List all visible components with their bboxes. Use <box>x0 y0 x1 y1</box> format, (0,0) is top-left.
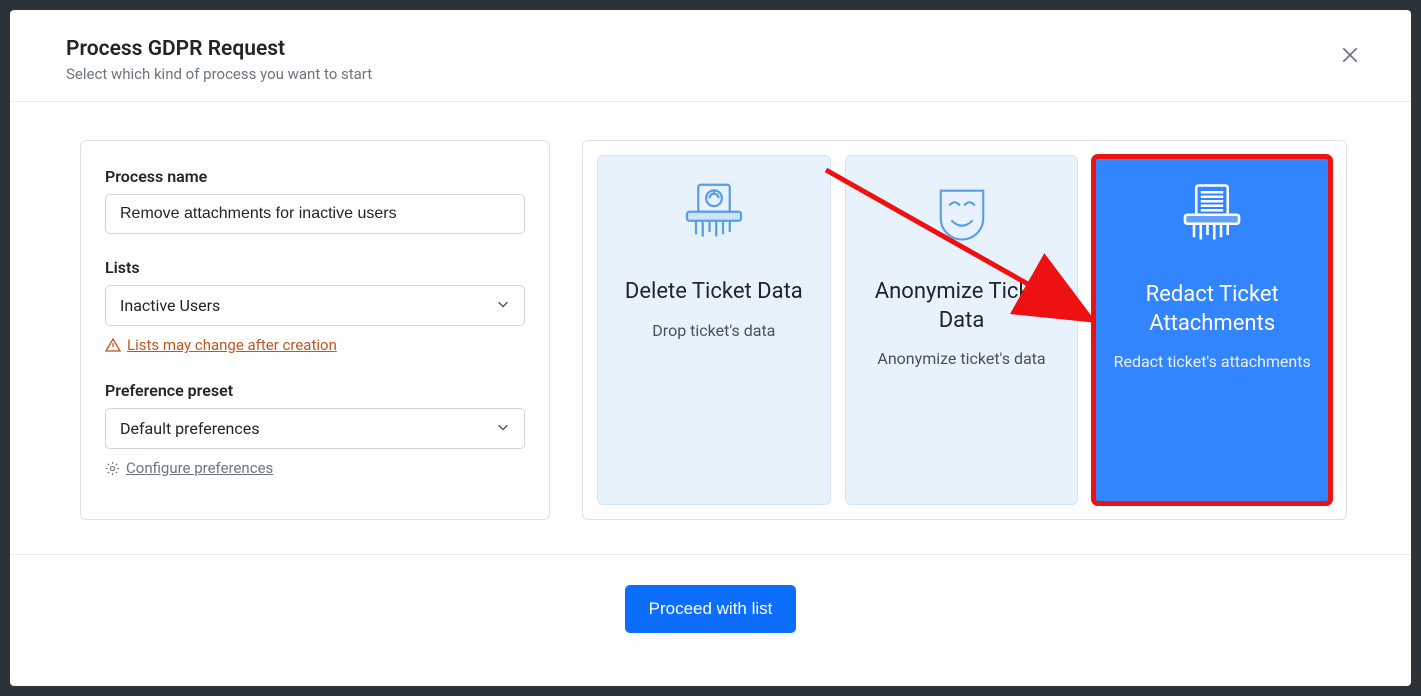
proceed-button[interactable]: Proceed with list <box>625 585 797 633</box>
process-name-section: Process name <box>105 167 525 234</box>
card-desc: Drop ticket's data <box>652 321 775 340</box>
card-title: Anonymize Ticket Data <box>856 278 1068 335</box>
modal-body: Process name Lists Inactive Users Lists … <box>10 102 1411 520</box>
anon-mask-icon <box>928 178 996 250</box>
card-redact-attachments[interactable]: Redact Ticket Attachments Redact ticket'… <box>1092 155 1332 505</box>
card-desc: Redact ticket's attachments <box>1114 352 1311 371</box>
process-name-input[interactable] <box>105 194 525 234</box>
gdpr-modal: Process GDPR Request Select which kind o… <box>10 10 1411 686</box>
lists-select[interactable]: Inactive Users <box>105 285 525 326</box>
warning-icon <box>105 337 121 353</box>
configure-preferences-link[interactable]: Configure preferences <box>105 459 273 477</box>
card-anonymize-ticket-data[interactable]: Anonymize Ticket Data Anonymize ticket's… <box>845 155 1079 505</box>
chevron-down-icon <box>496 296 510 315</box>
shredder-doc-icon <box>1176 181 1248 253</box>
card-title: Redact Ticket Attachments <box>1106 281 1318 338</box>
modal-header: Process GDPR Request Select which kind o… <box>10 10 1411 102</box>
card-delete-ticket-data[interactable]: Delete Ticket Data Drop ticket's data <box>597 155 831 505</box>
lists-warning-text: Lists may change after creation <box>127 336 337 354</box>
card-desc: Anonymize ticket's data <box>877 349 1045 368</box>
lists-label: Lists <box>105 258 525 277</box>
lists-warning-link[interactable]: Lists may change after creation <box>105 336 337 354</box>
modal-subtitle: Select which kind of process you want to… <box>66 65 1355 83</box>
preset-label: Preference preset <box>105 381 525 400</box>
card-title: Delete Ticket Data <box>619 278 809 307</box>
preset-section: Preference preset Default preferences Co… <box>105 381 525 480</box>
modal-footer: Proceed with list <box>10 554 1411 663</box>
preset-value: Default preferences <box>120 419 259 438</box>
cards-panel: Delete Ticket Data Drop ticket's data An… <box>582 140 1347 520</box>
shredder-head-icon <box>678 178 750 250</box>
lists-section: Lists Inactive Users Lists may change af… <box>105 258 525 357</box>
form-panel: Process name Lists Inactive Users Lists … <box>80 140 550 520</box>
chevron-down-icon <box>496 419 510 438</box>
preset-select[interactable]: Default preferences <box>105 408 525 449</box>
modal-title: Process GDPR Request <box>66 36 1355 63</box>
configure-preferences-text: Configure preferences <box>126 459 273 477</box>
process-name-label: Process name <box>105 167 525 186</box>
close-icon[interactable] <box>1341 46 1363 68</box>
gear-icon <box>105 461 120 476</box>
lists-value: Inactive Users <box>120 296 220 315</box>
